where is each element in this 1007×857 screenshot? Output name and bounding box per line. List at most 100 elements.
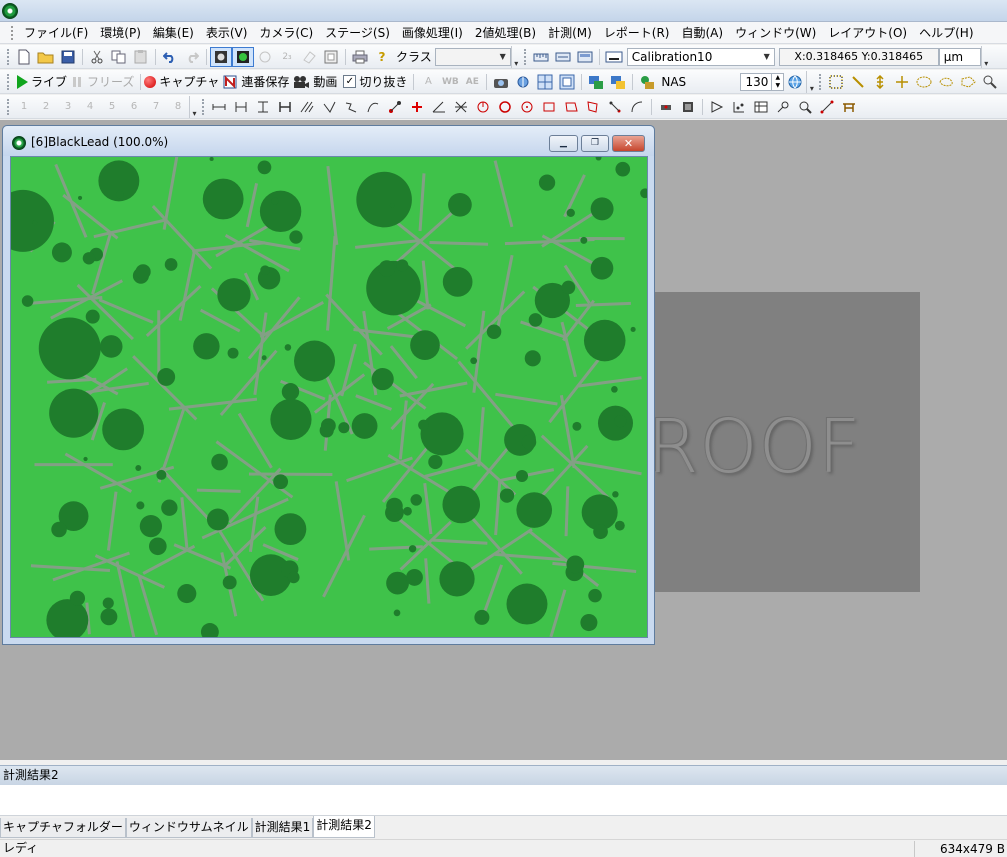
- unit-select[interactable]: μm: [938, 47, 981, 66]
- measure-rect-icon[interactable]: [538, 97, 560, 117]
- close-button[interactable]: ✕: [612, 135, 645, 152]
- menu-auto[interactable]: 自動(A): [675, 22, 729, 44]
- measure-polygon-icon[interactable]: [560, 97, 582, 117]
- zoom-measure-icon[interactable]: [794, 97, 816, 117]
- cut-icon[interactable]: [86, 47, 108, 67]
- measure-parallel-icon[interactable]: [230, 97, 252, 117]
- paste-icon[interactable]: [130, 47, 152, 67]
- redo-icon[interactable]: [181, 47, 203, 67]
- auto-exposure-icon[interactable]: AE: [461, 72, 483, 92]
- move-vertical-icon[interactable]: [869, 72, 891, 92]
- measure-point-pair-icon[interactable]: [384, 97, 406, 117]
- table-measure-icon[interactable]: [750, 97, 772, 117]
- toolbar-overflow-chevron[interactable]: ▾: [806, 70, 816, 93]
- menu-measure[interactable]: 計測(M): [542, 22, 598, 44]
- menu-help[interactable]: ヘルプ(H): [913, 22, 979, 44]
- menu-file[interactable]: ファイル(F): [18, 22, 94, 44]
- toolbar-grip[interactable]: [7, 48, 10, 65]
- text-annotation-icon[interactable]: A: [417, 72, 439, 92]
- toolbar-overflow-chevron[interactable]: ▾: [980, 45, 991, 68]
- polygon-select-icon[interactable]: [957, 72, 979, 92]
- freehand-select-icon[interactable]: [935, 72, 957, 92]
- menu-image-processing[interactable]: 画像処理(I): [396, 22, 469, 44]
- measure-circle3-icon[interactable]: [516, 97, 538, 117]
- measure-circle-center-icon[interactable]: [472, 97, 494, 117]
- menu-camera[interactable]: カメラ(C): [253, 22, 319, 44]
- measure-film-icon[interactable]: [677, 97, 699, 117]
- menu-stage[interactable]: ステージ(S): [319, 22, 396, 44]
- grid-display-icon[interactable]: [574, 47, 596, 67]
- app-logo-icon[interactable]: [2, 3, 18, 19]
- layer-7-icon[interactable]: 7: [145, 97, 167, 117]
- image-window-titlebar[interactable]: [6]BlackLead (100.0%) ▁ ❐ ✕: [3, 126, 654, 156]
- movie-camera-icon[interactable]: [292, 72, 310, 92]
- new-file-icon[interactable]: [13, 47, 35, 67]
- particle-measure-icon[interactable]: [728, 97, 750, 117]
- live-button[interactable]: ライブ: [28, 73, 70, 90]
- auto-measure-icon[interactable]: [706, 97, 728, 117]
- layer-4-icon[interactable]: 4: [79, 97, 101, 117]
- layer-8-icon[interactable]: 8: [167, 97, 189, 117]
- tab-results-2[interactable]: 計測結果2: [313, 816, 375, 838]
- label-hand-icon[interactable]: [254, 47, 276, 67]
- restore-button[interactable]: ❐: [581, 135, 609, 152]
- layer-2-icon[interactable]: 2: [35, 97, 57, 117]
- help-icon[interactable]: ?: [371, 47, 393, 67]
- menu-environment[interactable]: 環境(P): [94, 22, 147, 44]
- camera-settings-icon[interactable]: [490, 72, 512, 92]
- globe-refresh-icon[interactable]: [784, 72, 806, 92]
- overlay-view-icon[interactable]: [232, 46, 254, 67]
- calibration-select[interactable]: Calibration10 ▼: [626, 47, 775, 66]
- measure-point-icon[interactable]: [406, 97, 428, 117]
- image-view-icon[interactable]: [210, 46, 232, 67]
- ruler-horizontal-icon[interactable]: [530, 47, 552, 67]
- spinner-arrows[interactable]: ▲ ▼: [771, 73, 783, 90]
- line-tool-icon[interactable]: [847, 72, 869, 92]
- edge-measure-icon[interactable]: [816, 97, 838, 117]
- measure-hatch-icon[interactable]: [296, 97, 318, 117]
- tile-grid-icon[interactable]: [534, 72, 556, 92]
- ruler-scale-icon[interactable]: [552, 47, 574, 67]
- measure-vertical-icon[interactable]: [252, 97, 274, 117]
- toolbar-grip[interactable]: [7, 98, 10, 115]
- measure-horizontal-icon[interactable]: [274, 97, 296, 117]
- pin-measure-icon[interactable]: [772, 97, 794, 117]
- image-adjust-icon[interactable]: [512, 72, 534, 92]
- layer-5-icon[interactable]: 5: [101, 97, 123, 117]
- pause-icon[interactable]: [70, 72, 84, 92]
- measure-curve-icon[interactable]: [362, 97, 384, 117]
- measure-polyline-icon[interactable]: [340, 97, 362, 117]
- toolbar-grip[interactable]: [7, 73, 10, 90]
- image-window-icon[interactable]: [12, 136, 26, 150]
- menu-layout[interactable]: レイアウト(O): [822, 22, 913, 44]
- layer-1-icon[interactable]: 1: [13, 97, 35, 117]
- print-icon[interactable]: [349, 47, 371, 67]
- toolbar-overflow-chevron[interactable]: ▾: [510, 45, 521, 68]
- layer-3-icon[interactable]: 3: [57, 97, 79, 117]
- move-cross-icon[interactable]: [891, 72, 913, 92]
- magic-select-icon[interactable]: [979, 72, 1001, 92]
- freeze-button[interactable]: フリーズ: [84, 73, 137, 90]
- movie-button[interactable]: 動画: [310, 73, 340, 90]
- menubar-grip[interactable]: [11, 25, 14, 40]
- toolbar-grip[interactable]: [819, 73, 822, 90]
- serial-save-icon[interactable]: [222, 72, 238, 92]
- menu-view[interactable]: 表示(V): [200, 22, 254, 44]
- toolbar-grip[interactable]: [523, 48, 527, 65]
- measure-count-icon[interactable]: [655, 97, 677, 117]
- save-icon[interactable]: [57, 47, 79, 67]
- measure-angle2-icon[interactable]: [428, 97, 450, 117]
- copy-icon[interactable]: [108, 47, 130, 67]
- monitor-icon[interactable]: [585, 72, 607, 92]
- measure-cross-icon[interactable]: [450, 97, 472, 117]
- menu-window[interactable]: ウィンドウ(W): [729, 22, 822, 44]
- rect-select-icon[interactable]: [825, 72, 847, 92]
- measure-arc-icon[interactable]: [626, 97, 648, 117]
- record-icon[interactable]: [144, 75, 157, 88]
- scale-bar-icon[interactable]: [603, 47, 625, 67]
- toolbar-overflow-chevron[interactable]: ▾: [189, 95, 199, 118]
- numbering-icon[interactable]: 2₃: [276, 47, 298, 67]
- capture-button[interactable]: キャプチャ: [156, 73, 222, 90]
- network-storage-icon[interactable]: [636, 72, 658, 92]
- serial-save-button[interactable]: 連番保存: [238, 73, 292, 90]
